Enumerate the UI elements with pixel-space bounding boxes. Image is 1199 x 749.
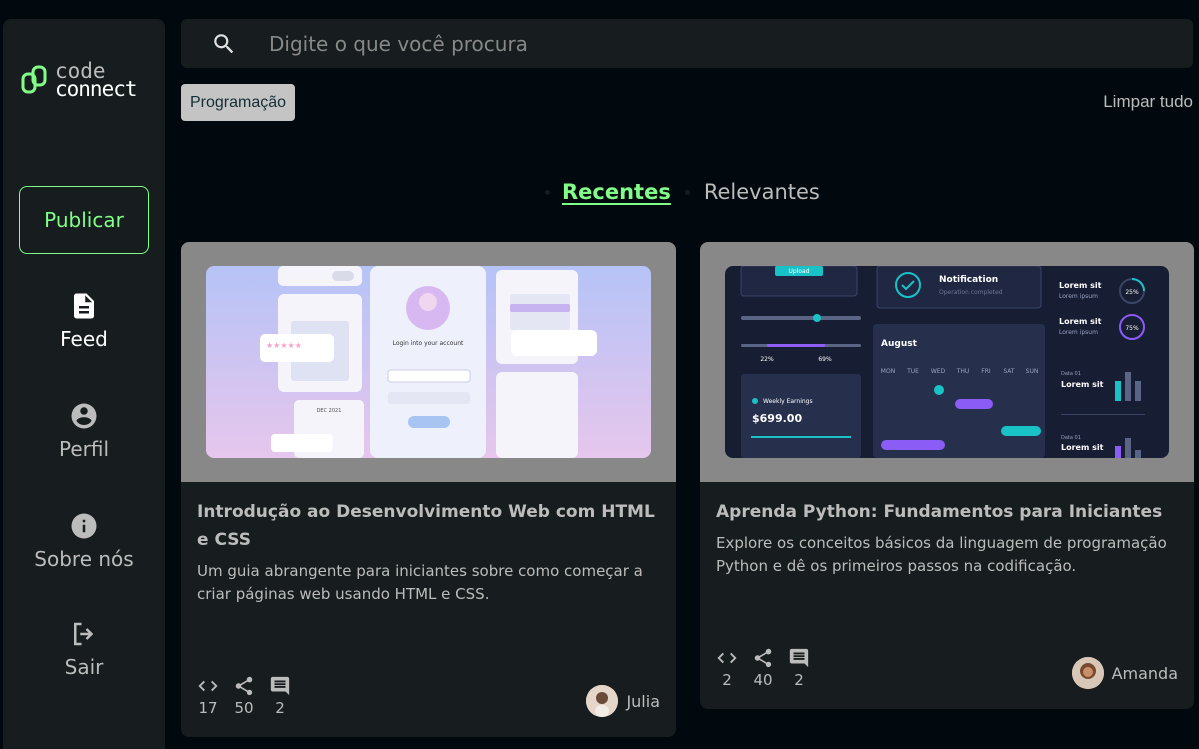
sidebar-item-sobre-nos[interactable]: Sobre nós <box>3 511 165 571</box>
thumb-month: August <box>881 339 918 349</box>
thumb-notification-title: Notification <box>939 275 998 285</box>
thumb-upload: Upload <box>788 268 809 275</box>
post-card[interactable]: Upload Notification Operation completed … <box>700 242 1194 709</box>
sidebar-item-feed[interactable]: Feed <box>3 291 165 351</box>
thumb-lorem-title: Lorem sit <box>1061 380 1104 389</box>
sidebar-item-sair[interactable]: Sair <box>3 619 165 679</box>
thumb-lorem-title: Lorem sit <box>1059 281 1102 290</box>
sidebar-item-label: Feed <box>60 327 108 351</box>
tab-bullet <box>545 189 550 195</box>
code-stat[interactable]: 17 <box>197 675 219 717</box>
thumb-lorem-title: Lorem sit <box>1061 443 1104 452</box>
thumb-earnings-label: Weekly Earnings <box>763 398 813 405</box>
code-icon <box>717 652 737 664</box>
search-icon[interactable] <box>211 31 237 57</box>
feed-tabs: Recentes Relevantes <box>545 180 820 204</box>
sidebar-item-label: Perfil <box>58 437 110 461</box>
post-description: Explore os conceitos básicos da linguage… <box>716 534 1167 575</box>
post-description: Um guia abrangente para iniciantes sobre… <box>197 562 643 603</box>
share-stat[interactable]: 50 <box>233 675 255 717</box>
comments-count: 2 <box>275 699 285 717</box>
share-icon <box>235 676 253 696</box>
share-stat[interactable]: 40 <box>752 647 774 689</box>
post-thumbnail-frame: Upload Notification Operation completed … <box>700 242 1194 482</box>
thumb-pct-2: 75% <box>1125 325 1139 332</box>
tab-bullet <box>684 189 690 195</box>
svg-text:★★★★★: ★★★★★ <box>266 341 302 350</box>
tab-relevantes[interactable]: Relevantes <box>704 180 820 204</box>
thumb-weekday: MON <box>881 368 895 375</box>
document-icon <box>74 293 94 319</box>
logo-text: code connect <box>55 61 138 101</box>
search-bar <box>181 19 1193 68</box>
thumb-notification-sub: Operation completed <box>939 289 1003 296</box>
post-stats: 2 40 2 <box>716 647 810 689</box>
logout-icon <box>74 622 94 646</box>
post-title[interactable]: Introdução ao Desenvolvimento Web com HT… <box>197 498 660 554</box>
post-body: Introdução ao Desenvolvimento Web com HT… <box>181 482 676 622</box>
comment-icon <box>789 648 809 668</box>
thumb-data-label: Data 01 <box>1061 435 1081 441</box>
thumb-login-title: Login into your account <box>393 340 464 347</box>
thumb-lorem-title: Lorem sit <box>1059 317 1102 326</box>
avatar <box>586 685 619 717</box>
sidebar-item-perfil[interactable]: Perfil <box>3 401 165 461</box>
code-icon <box>198 680 218 692</box>
publish-button[interactable]: Publicar <box>19 186 149 254</box>
thumb-data-label: Data 01 <box>1061 371 1081 377</box>
logo-line-2: connect <box>55 77 138 101</box>
thumb-weekday: THU <box>956 368 970 375</box>
thumb-weekday: SAT <box>1003 368 1015 375</box>
info-icon <box>71 513 97 539</box>
thumb-weekday: TUE <box>906 368 919 375</box>
comments-stat[interactable]: 2 <box>269 675 291 717</box>
thumb-lorem-sub: Lorem ipsum <box>1059 329 1098 336</box>
clear-all-link[interactable]: Limpar tudo <box>1103 92 1193 112</box>
comment-icon <box>270 676 290 696</box>
thumb-pct-1: 25% <box>1125 289 1139 296</box>
thumb-earnings-value: $699.00 <box>752 412 802 425</box>
post-thumbnail: Upload Notification Operation completed … <box>725 266 1169 458</box>
post-author[interactable]: Julia <box>586 685 660 717</box>
share-count: 50 <box>234 699 254 717</box>
share-icon <box>754 648 772 668</box>
thumb-weekday: FRI <box>981 368 991 375</box>
sidebar: code connect Publicar Feed Perfil Sobre … <box>3 19 165 749</box>
logo-mark-icon <box>21 65 47 94</box>
thumb-calendar-title: DEC 2021 <box>317 408 342 414</box>
thumbnail-illustration: Upload Notification Operation completed … <box>725 266 1169 458</box>
sidebar-item-label: Sair <box>64 655 104 679</box>
thumbnail-illustration: ★★★★★ Login into your account DEC 2021 <box>206 266 651 458</box>
comments-stat[interactable]: 2 <box>788 647 810 689</box>
avatar <box>1071 657 1104 689</box>
post-footer: 17 50 2 Julia <box>197 675 660 717</box>
post-body: Aprenda Python: Fundamentos para Inician… <box>700 482 1194 594</box>
post-title[interactable]: Aprenda Python: Fundamentos para Inician… <box>716 498 1178 526</box>
search-input[interactable] <box>269 19 1169 68</box>
logo[interactable]: code connect <box>21 61 138 101</box>
sidebar-item-label: Sobre nós <box>34 547 134 571</box>
post-thumbnail: ★★★★★ Login into your account DEC 2021 <box>206 266 651 458</box>
author-name: Julia <box>626 691 660 711</box>
thumb-lorem-sub: Lorem ipsum <box>1059 293 1098 300</box>
share-count: 40 <box>753 671 773 689</box>
code-count: 2 <box>722 671 732 689</box>
code-count: 17 <box>198 699 218 717</box>
account-icon <box>71 403 97 429</box>
tab-recentes[interactable]: Recentes <box>562 180 671 204</box>
post-card[interactable]: ★★★★★ Login into your account DEC 2021 I… <box>181 242 676 737</box>
thumb-slider-right: 69% <box>818 356 832 363</box>
post-thumbnail-frame: ★★★★★ Login into your account DEC 2021 <box>181 242 676 482</box>
post-stats: 17 50 2 <box>197 675 291 717</box>
thumb-slider-left: 22% <box>760 356 774 363</box>
author-name: Amanda <box>1111 663 1178 683</box>
thumb-weekday: SUN <box>1026 368 1039 375</box>
post-author[interactable]: Amanda <box>1071 657 1178 689</box>
thumb-weekday: WED <box>931 368 946 375</box>
code-stat[interactable]: 2 <box>716 647 738 689</box>
filter-tag[interactable]: Programação <box>181 84 296 121</box>
comments-count: 2 <box>794 671 804 689</box>
post-footer: 2 40 2 Amanda <box>716 647 1178 689</box>
